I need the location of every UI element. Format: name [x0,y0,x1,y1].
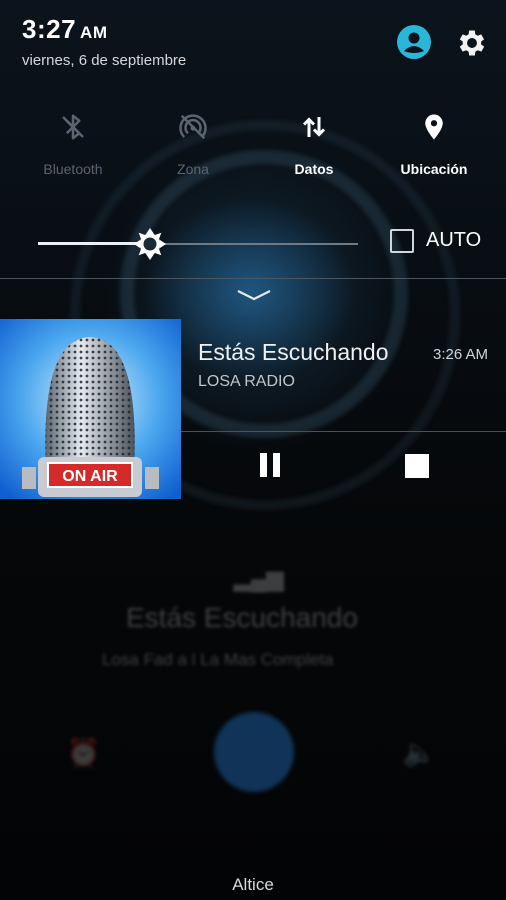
bg-alarm-icon: ⏰ [66,737,101,768]
quick-settings-tiles: Bluetooth Zona Datos Ubicación [0,100,506,200]
bg-play-button [214,712,294,792]
bg-app-title: Estás Escuchando [126,602,358,633]
clock-time: 3:27 [22,14,77,44]
tile-label: Zona [177,161,209,177]
bg-volume-icon: 🔈 [402,737,437,768]
tile-bluetooth[interactable]: Bluetooth [13,100,133,195]
hotspot-icon [179,114,207,140]
brightness-slider[interactable] [38,222,362,266]
data-transfer-icon [302,117,326,137]
media-notification[interactable]: ON AIR Estás Escuchando 3:26 AM LOSA RAD… [0,319,506,499]
notification-divider [181,431,506,432]
bg-equalizer-icon: ▂▄▆ [234,566,284,591]
user-icon[interactable] [396,24,432,60]
clock-ampm: AM [80,23,108,42]
bg-app-subtitle: Losa Fad a l La Mas Completa [102,650,334,669]
gear-icon[interactable] [455,26,489,60]
pause-icon[interactable] [254,449,286,481]
notification-title: Estás Escuchando [198,339,389,365]
bluetooth-icon [62,114,84,140]
notification-subtitle: LOSA RADIO [198,373,295,390]
microphone-icon: ON AIR [0,319,181,499]
carrier-label: Altice [232,875,274,894]
tile-label: Ubicación [400,161,468,177]
date-label: viernes, 6 de septiembre [22,52,187,69]
clock: 3:27 AM [22,14,108,45]
on-air-text: ON AIR [62,468,118,485]
brightness-thumb-icon[interactable] [132,226,168,262]
tile-hotspot[interactable]: Zona [133,100,253,195]
location-pin-icon [425,114,443,140]
auto-brightness-checkbox[interactable] [390,229,414,253]
tile-label: Bluetooth [43,161,103,177]
tile-label: Datos [294,161,334,177]
auto-brightness-label: AUTO [426,229,482,251]
notification-time: 3:26 AM [433,346,489,363]
divider [0,278,506,279]
chevron-down-icon[interactable] [234,285,274,305]
stop-icon[interactable] [402,451,432,481]
tile-data[interactable]: Datos [254,100,374,195]
status-bar: 3:27 AM viernes, 6 de septiembre [0,0,506,78]
album-artwork: ON AIR [0,319,181,499]
tile-location[interactable]: Ubicación [374,100,494,195]
